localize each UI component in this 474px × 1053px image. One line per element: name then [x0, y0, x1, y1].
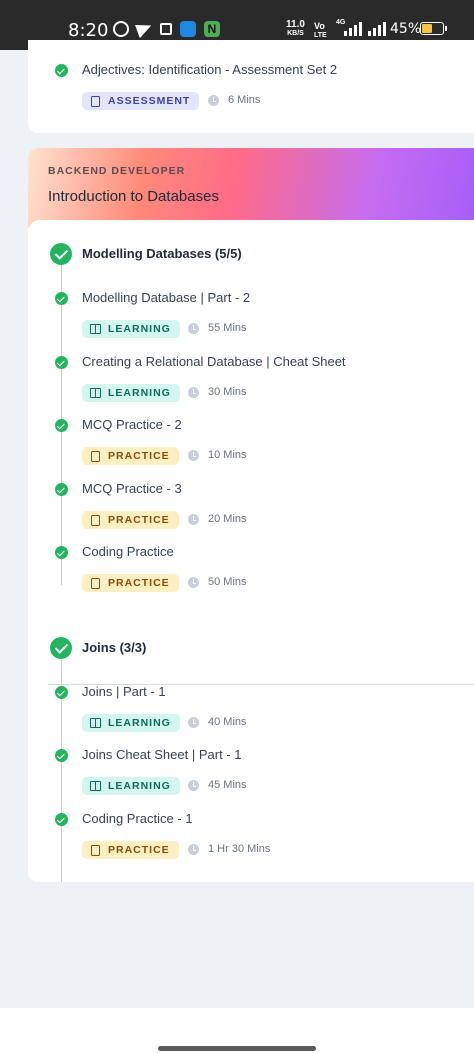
item-title: Creating a Relational Database | Cheat S… [82, 354, 346, 369]
learning-badge: LEARNING [82, 384, 180, 402]
item-title: Joins Cheat Sheet | Part - 1 [82, 747, 242, 762]
duration: 10 Mins [188, 449, 247, 461]
item-title: Joins | Part - 1 [82, 684, 166, 699]
list-item[interactable]: Adjectives: Identification - Assessment … [28, 62, 468, 114]
duration: 6 Mins [208, 94, 260, 106]
duration: 1 Hr 30 Mins [188, 843, 270, 855]
clock-icon [188, 780, 199, 791]
duration: 30 Mins [188, 386, 247, 398]
clipboard-icon [91, 844, 100, 856]
clock-icon [188, 450, 199, 461]
check-circle-icon [50, 637, 72, 659]
assessment-badge: ASSESSMENT [82, 92, 200, 110]
item-title: Modelling Database | Part - 2 [82, 290, 251, 305]
practice-badge: PRACTICE [82, 511, 179, 529]
section-header[interactable]: Modelling Databases (5/5) [50, 243, 450, 265]
signal-icon-2 [368, 22, 386, 36]
item-title: Coding Practice [82, 544, 174, 559]
camera-icon [160, 23, 172, 35]
topic-body: Modelling Databases (5/5) Modelling Data… [28, 220, 474, 882]
clock-icon [188, 387, 199, 398]
clock-icon [188, 323, 199, 334]
book-icon [90, 781, 101, 791]
blue-app-icon [180, 21, 196, 37]
n-app-icon: N [204, 21, 220, 37]
check-circle-icon [50, 243, 72, 265]
list-item[interactable]: Coding Practice PRACTICE 50 Mins [28, 544, 468, 596]
duration: 40 Mins [188, 716, 247, 728]
topic-card: BACKEND DEVELOPER Introduction to Databa… [28, 148, 474, 882]
topic-title: Introduction to Databases [48, 188, 219, 205]
check-icon [55, 813, 68, 826]
book-icon [90, 388, 101, 398]
duration: 55 Mins [188, 322, 247, 334]
check-icon [55, 64, 68, 77]
check-icon [55, 419, 68, 432]
list-item[interactable]: Joins | Part - 1 LEARNING 40 Mins [28, 684, 468, 736]
duration: 50 Mins [188, 576, 247, 588]
notification-icons: N [113, 19, 220, 39]
clock-icon [188, 577, 199, 588]
status-time: 8:20 [68, 20, 109, 41]
clipboard-icon [91, 95, 100, 107]
check-icon [55, 292, 68, 305]
check-icon [55, 749, 68, 762]
check-icon [55, 483, 68, 496]
navigation-bar [0, 1008, 474, 1053]
clock-icon [188, 514, 199, 525]
clipboard-icon [91, 577, 100, 589]
check-icon [55, 546, 68, 559]
clipboard-icon [91, 514, 100, 526]
duration: 45 Mins [188, 779, 247, 791]
clipboard-icon [91, 450, 100, 462]
list-item[interactable]: MCQ Practice - 3 PRACTICE 20 Mins [28, 481, 468, 533]
battery-percent: 45% [390, 21, 422, 37]
list-item[interactable]: Creating a Relational Database | Cheat S… [28, 354, 468, 406]
list-item[interactable]: MCQ Practice - 2 PRACTICE 10 Mins [28, 417, 468, 469]
duration: 20 Mins [188, 513, 247, 525]
practice-badge: PRACTICE [82, 841, 179, 859]
network-speed: 11.0 KB/S [286, 19, 305, 38]
item-title: Coding Practice - 1 [82, 811, 193, 826]
practice-badge: PRACTICE [82, 447, 179, 465]
item-title: Adjectives: Identification - Assessment … [82, 62, 338, 77]
check-icon [55, 686, 68, 699]
topic-banner[interactable]: BACKEND DEVELOPER Introduction to Databa… [28, 148, 474, 228]
list-item[interactable]: Coding Practice - 1 PRACTICE 1 Hr 30 Min… [28, 811, 468, 863]
home-gesture-handle[interactable] [158, 1046, 316, 1051]
topic-category: BACKEND DEVELOPER [48, 165, 186, 177]
telegram-icon [135, 19, 154, 39]
section-header[interactable]: Joins (3/3) [50, 637, 450, 659]
learning-badge: LEARNING [82, 320, 180, 338]
learning-badge: LEARNING [82, 777, 180, 795]
item-title: MCQ Practice - 2 [82, 417, 182, 432]
list-item[interactable]: Joins Cheat Sheet | Part - 1 LEARNING 45… [28, 747, 468, 799]
previous-topic-card: Adjectives: Identification - Assessment … [28, 40, 474, 133]
section-title: Joins (3/3) [82, 640, 147, 655]
practice-badge: PRACTICE [82, 574, 179, 592]
book-icon [90, 718, 101, 728]
battery-icon [420, 22, 447, 35]
clock-icon [188, 717, 199, 728]
clock-icon [208, 95, 219, 106]
volte-indicator: Vo LTE [314, 21, 327, 40]
signal-icon [344, 22, 362, 36]
section-title: Modelling Databases (5/5) [82, 246, 242, 261]
whatsapp-icon [113, 21, 129, 37]
item-title: MCQ Practice - 3 [82, 481, 182, 496]
learning-badge: LEARNING [82, 714, 180, 732]
clock-icon [188, 844, 199, 855]
book-icon [90, 324, 101, 334]
check-icon [55, 356, 68, 369]
list-item[interactable]: Modelling Database | Part - 2 LEARNING 5… [28, 290, 468, 342]
